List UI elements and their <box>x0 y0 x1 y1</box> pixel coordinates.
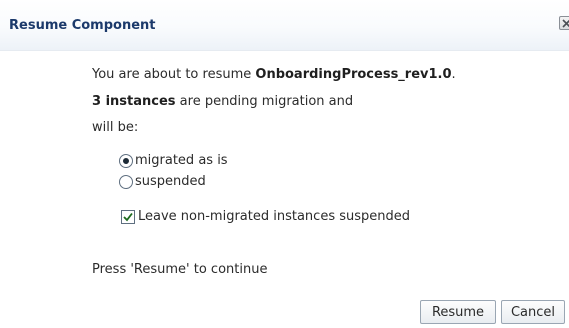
resume-component-dialog: Resume Component You are about to resume… <box>0 0 569 328</box>
pending-text: are pending migration and <box>175 94 354 109</box>
message-prefix: You are about to resume <box>92 67 256 82</box>
option-label: suspended <box>135 174 206 189</box>
close-icon <box>562 19 569 28</box>
option-label: migrated as is <box>135 153 228 168</box>
instances-count: 3 instances <box>92 94 176 109</box>
instruction-text: Press 'Resume' to continue <box>92 262 268 277</box>
radio-icon[interactable] <box>119 153 133 168</box>
leave-suspended-checkbox-row[interactable]: Leave non-migrated instances suspended <box>121 209 410 224</box>
option-suspended[interactable]: suspended <box>119 174 206 189</box>
radio-icon[interactable] <box>119 174 133 189</box>
dialog-titlebar: Resume Component <box>0 0 569 51</box>
message-line-3: will be: <box>92 120 139 135</box>
close-button[interactable] <box>559 16 569 30</box>
cancel-button[interactable]: Cancel <box>501 300 565 324</box>
message-line-1: You are about to resume OnboardingProces… <box>92 67 456 82</box>
resume-button[interactable]: Resume <box>420 300 496 324</box>
message-period: . <box>451 67 456 82</box>
component-name: OnboardingProcess_rev1.0 <box>255 67 452 82</box>
leave-suspended-checkbox[interactable] <box>121 209 135 224</box>
dialog-title: Resume Component <box>9 18 156 33</box>
message-line-2: 3 instances are pending migration and <box>92 94 353 109</box>
checkmark-icon <box>123 212 133 221</box>
checkbox-label: Leave non-migrated instances suspended <box>138 209 410 224</box>
option-migrated-as-is[interactable]: migrated as is <box>119 153 228 168</box>
